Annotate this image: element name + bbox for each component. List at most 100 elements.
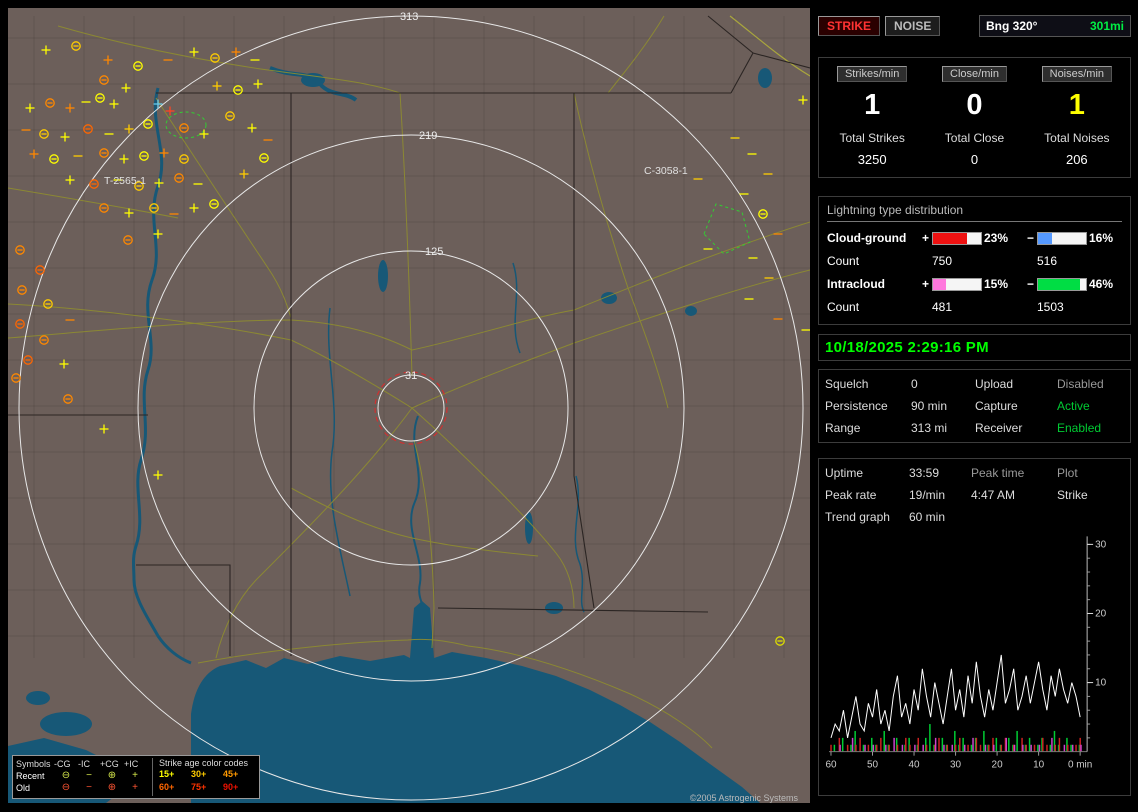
plus-sign: +	[921, 231, 929, 245]
recent-ncg-icon: ⊖	[61, 770, 71, 781]
svg-text:10: 10	[1033, 760, 1045, 771]
total-noises-value: 206	[1065, 152, 1088, 167]
close-per-min-button[interactable]: Close/min	[942, 66, 1007, 82]
age-codes-title: Strike age color codes	[159, 758, 249, 768]
close-per-min-value: 0	[966, 89, 983, 121]
mode-toolbar: STRIKE NOISE Bng 320° 301mi	[818, 14, 1131, 38]
old-pic-icon: +	[132, 782, 138, 793]
distribution-title: Lightning type distribution	[827, 203, 1122, 222]
receiver-label: Receiver	[975, 421, 1023, 435]
datetime-panel: 10/18/2025 2:29:16 PM	[818, 334, 1131, 361]
age-30: 30+	[191, 769, 207, 779]
legend-row-recent: Recent	[16, 771, 45, 781]
age-60: 60+	[159, 782, 175, 792]
ring-label-313: 313	[400, 11, 418, 23]
ic-positive-bar	[932, 277, 982, 291]
noise-button[interactable]: NOISE	[885, 16, 941, 36]
cg-negative-bar	[1037, 231, 1087, 245]
strike-button[interactable]: STRIKE	[818, 16, 881, 36]
ic-positive-count: 481	[932, 300, 953, 314]
plot-value: Strike	[1057, 488, 1088, 502]
cg-negative-count: 516	[1037, 254, 1058, 268]
cg-count-label: Count	[827, 254, 860, 268]
peak-rate-value: 19/min	[909, 488, 946, 502]
legend-col-nic: -IC	[78, 759, 90, 769]
sidebar: STRIKE NOISE Bng 320° 301mi Strikes/min …	[818, 8, 1131, 804]
total-close-label: Total Close	[944, 131, 1005, 145]
map[interactable]: 313 219 125 31 T-2565-1 C-3058-1 Symbols…	[8, 8, 810, 803]
legend-row-old: Old	[16, 783, 31, 793]
age-15: 15+	[159, 769, 175, 779]
bearing-display: Bng 320° 301mi	[979, 15, 1131, 37]
cg-positive-count: 750	[932, 254, 953, 268]
status-panel: Squelch 0 Upload Disabled Persistence 90…	[818, 369, 1131, 443]
svg-text:10: 10	[1095, 678, 1107, 689]
bearing-range: 301mi	[1089, 19, 1124, 33]
persistence-label: Persistence	[825, 399, 888, 413]
cell-label-t2565: T-2565-1	[104, 175, 146, 187]
distribution-panel: Lightning type distribution Cloud-ground…	[818, 196, 1131, 325]
svg-text:30: 30	[950, 760, 962, 771]
cell-label-c3058: C-3058-1	[644, 165, 688, 177]
trend-graph: 60 50 40 30 20 10 0 min 10 20 30	[825, 536, 1107, 771]
legend-title: Symbols	[16, 759, 51, 769]
age-75: 75+	[191, 782, 207, 792]
svg-text:20: 20	[992, 760, 1004, 771]
range-value: 313 mi	[911, 421, 948, 435]
strikes-per-min-value: 1	[864, 89, 881, 121]
legend-age-codes: Strike age color codes 15+ 30+ 45+ 60+ 7…	[152, 758, 256, 796]
minus-sign: −	[1026, 277, 1034, 291]
ic-negative-pct: 46%	[1089, 277, 1114, 291]
uptime-value: 33:59	[909, 466, 940, 480]
age-90: 90+	[223, 782, 239, 792]
ring-label-31: 31	[405, 370, 417, 382]
recent-nic-icon: −	[86, 770, 92, 781]
plus-sign: +	[921, 277, 929, 291]
close-per-min-column: Close/min 0 Total Close 0	[923, 66, 1025, 167]
cg-positive-pct: 23%	[984, 231, 1009, 245]
ic-negative-count: 1503	[1037, 300, 1064, 314]
ic-positive-pct: 15%	[984, 277, 1009, 291]
age-45: 45+	[223, 769, 239, 779]
upload-value: Disabled	[1057, 377, 1104, 391]
cg-negative-pct: 16%	[1089, 231, 1114, 245]
peak-rate-label: Peak rate	[825, 488, 877, 502]
rates-panel: Strikes/min 1 Total Strikes 3250 Close/m…	[818, 57, 1131, 178]
strikes-per-min-column: Strikes/min 1 Total Strikes 3250	[821, 66, 923, 167]
total-close-value: 0	[970, 152, 979, 167]
cloud-ground-label: Cloud-ground	[827, 231, 907, 245]
ring-label-125: 125	[425, 246, 443, 258]
legend-symbols-table: Symbols -CG -IC +CG +IC Recent ⊖ − ⊕ + O…	[16, 758, 146, 796]
legend-col-pcg: +CG	[100, 759, 119, 769]
svg-text:30: 30	[1095, 539, 1107, 550]
bearing-label: Bng 320°	[986, 19, 1038, 33]
svg-text:20: 20	[1095, 608, 1107, 619]
persistence-value: 90 min	[911, 399, 948, 413]
recent-pic-icon: +	[132, 770, 138, 781]
intracloud-label: Intracloud	[827, 277, 886, 291]
legend-col-pic: +IC	[124, 759, 139, 769]
map-canvas[interactable]: 313 219 125 31 T-2565-1 C-3058-1	[8, 8, 810, 803]
legend-col-ncg: -CG	[54, 759, 71, 769]
svg-text:0 min: 0 min	[1068, 760, 1092, 771]
trend-graph-value: 60 min	[909, 510, 946, 524]
trend-graph-label: Trend graph	[825, 510, 890, 524]
noises-per-min-column: Noises/min 1 Total Noises 206	[1026, 66, 1128, 167]
total-noises-label: Total Noises	[1044, 131, 1110, 145]
old-ncg-icon: ⊖	[61, 782, 71, 793]
cg-positive-bar	[932, 231, 982, 245]
svg-text:40: 40	[908, 760, 920, 771]
receiver-value: Enabled	[1057, 421, 1102, 435]
upload-label: Upload	[975, 377, 1014, 391]
total-strikes-value: 3250	[857, 152, 887, 167]
strike-legend: Symbols -CG -IC +CG +IC Recent ⊖ − ⊕ + O…	[12, 755, 260, 799]
datetime-value: 10/18/2025 2:29:16 PM	[825, 339, 989, 356]
ring-label-219: 219	[419, 130, 437, 142]
noises-per-min-button[interactable]: Noises/min	[1041, 66, 1113, 82]
uptime-label: Uptime	[825, 466, 864, 480]
svg-text:50: 50	[867, 760, 879, 771]
copyright-text: ©2005 Astrogenic Systems	[689, 793, 798, 803]
ic-count-label: Count	[827, 300, 860, 314]
svg-text:60: 60	[825, 760, 837, 771]
strikes-per-min-button[interactable]: Strikes/min	[836, 66, 908, 82]
